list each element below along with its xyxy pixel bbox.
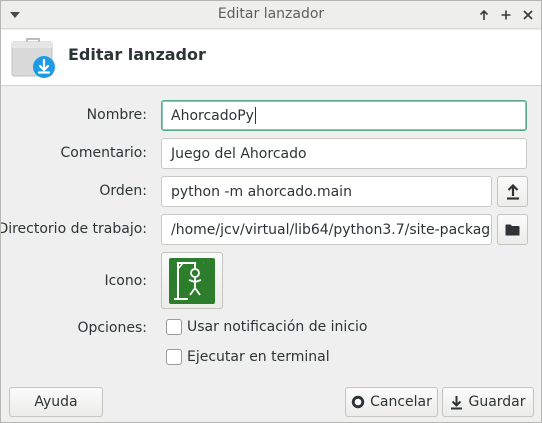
cancel-icon (351, 395, 365, 409)
startup-notification-checkbox[interactable] (166, 319, 182, 335)
run-in-terminal-option[interactable]: Ejecutar en terminal (166, 349, 330, 365)
browse-command-button[interactable] (497, 176, 528, 207)
save-download-icon (450, 395, 463, 410)
header-title: Editar lanzador (68, 45, 206, 64)
dialog-header: Editar lanzador (1, 30, 541, 86)
comment-input-value: Juego del Ahorcado (171, 145, 307, 162)
shade-up-icon[interactable] (475, 6, 493, 24)
run-in-terminal-label: Ejecutar en terminal (187, 349, 330, 365)
title-bar: Editar lanzador (1, 1, 541, 29)
comment-label: Comentario: (60, 145, 147, 161)
command-label: Orden: (99, 183, 147, 199)
workdir-label: Directorio de trabajo: (0, 221, 147, 237)
help-button-label: Ayuda (34, 394, 78, 410)
command-input-value: python -m ahorcado.main (171, 183, 352, 200)
window-title: Editar lanzador (217, 6, 325, 22)
icon-label: Icono: (104, 273, 147, 289)
edit-launcher-dialog: Editar lanzador Editar lanzador Nombre: … (0, 0, 542, 423)
save-button[interactable]: Guardar (442, 387, 534, 417)
cancel-button[interactable]: Cancelar (345, 387, 438, 417)
run-in-terminal-checkbox[interactable] (166, 349, 182, 365)
text-cursor (254, 107, 256, 124)
workdir-input-value: /home/jcv/virtual/lib64/python3.7/site-p… (171, 221, 492, 238)
name-input[interactable]: AhorcadoPy (161, 100, 527, 131)
command-input[interactable]: python -m ahorcado.main (161, 176, 492, 207)
browse-folder-button[interactable] (497, 214, 528, 245)
upload-icon (506, 183, 519, 200)
close-icon[interactable] (519, 6, 537, 24)
cancel-button-label: Cancelar (370, 394, 432, 410)
save-button-label: Guardar (468, 394, 526, 410)
hangman-icon (169, 257, 215, 304)
name-label: Nombre: (86, 107, 147, 123)
maximize-icon[interactable] (497, 6, 515, 24)
help-button[interactable]: Ayuda (9, 387, 103, 417)
launcher-download-icon (11, 36, 57, 82)
workdir-input[interactable]: /home/jcv/virtual/lib64/python3.7/site-p… (161, 214, 492, 245)
startup-notification-label: Usar notificación de inicio (187, 319, 368, 335)
select-icon-button[interactable] (161, 252, 223, 309)
startup-notification-option[interactable]: Usar notificación de inicio (166, 319, 367, 335)
folder-icon (505, 224, 520, 235)
comment-input[interactable]: Juego del Ahorcado (161, 138, 527, 169)
name-input-value: AhorcadoPy (171, 107, 254, 124)
options-label: Opciones: (77, 320, 147, 336)
